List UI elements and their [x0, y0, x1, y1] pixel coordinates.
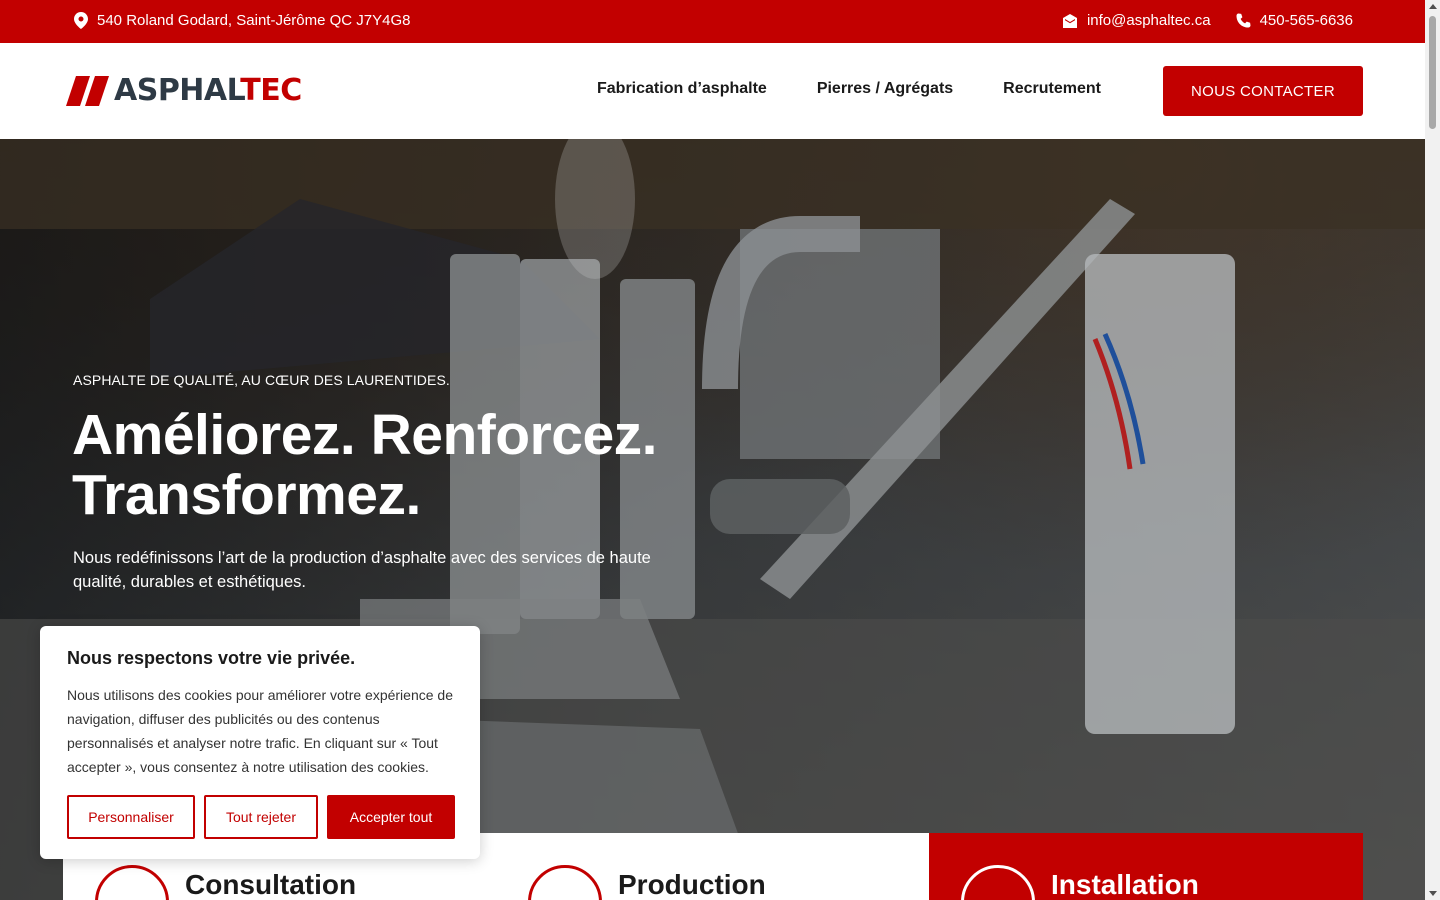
logo-slash-icon	[66, 76, 109, 106]
main-nav: Fabrication d’asphalte Pierres / Agrégat…	[597, 80, 1101, 98]
headline-line-2: Transformez.	[72, 463, 421, 527]
scroll-down-arrow-icon[interactable]	[1429, 891, 1437, 896]
address-text: 540 Roland Godard, Saint-Jérôme QC J7Y4G…	[97, 12, 411, 29]
phone-link[interactable]: 450-565-6636	[1235, 12, 1353, 29]
truck-icon	[961, 865, 1035, 900]
scrollbar-thumb[interactable]	[1429, 16, 1436, 129]
address: 540 Roland Godard, Saint-Jérôme QC J7Y4G…	[74, 12, 411, 29]
hero-subtitle: Nous redéfinissons l’art de la productio…	[73, 549, 651, 591]
customize-cookies-button[interactable]: Personnaliser	[67, 795, 195, 839]
nav-item-pierres[interactable]: Pierres / Agrégats	[817, 80, 953, 98]
phone-icon	[1235, 13, 1251, 29]
site-header: ASPHALTEC Fabrication d’asphalte Pierres…	[0, 43, 1425, 139]
factory-icon	[528, 865, 602, 900]
top-contact-bar: 540 Roland Godard, Saint-Jérôme QC J7Y4G…	[0, 0, 1425, 43]
contact-button[interactable]: NOUS CONTACTER	[1163, 66, 1363, 116]
service-title: Production	[618, 869, 766, 900]
reject-all-button[interactable]: Tout rejeter	[204, 795, 318, 839]
location-pin-icon	[74, 12, 88, 29]
hero-headline: Améliorez. Renforcez. Transformez.	[72, 403, 658, 527]
consultation-icon	[95, 865, 169, 900]
cookie-consent-banner: Nous respectons votre vie privée. Nous u…	[40, 626, 480, 859]
nav-item-fabrication[interactable]: Fabrication d’asphalte	[597, 80, 767, 98]
service-title: Consultation	[185, 869, 357, 900]
accept-all-button[interactable]: Accepter tout	[327, 795, 455, 839]
email-icon	[1062, 13, 1078, 29]
asphaltec-logo[interactable]: ASPHALTEC	[66, 76, 302, 106]
hero-kicker: ASPHALTE DE QUALITÉ, AU CŒUR DES LAURENT…	[73, 372, 450, 388]
cookie-title: Nous respectons votre vie privée.	[67, 648, 356, 668]
scroll-up-arrow-icon[interactable]	[1429, 4, 1437, 9]
service-card-production[interactable]: Production	[496, 833, 929, 900]
email-link[interactable]: info@asphaltec.ca	[1062, 12, 1211, 29]
logo-wordmark: ASPHALTEC	[114, 73, 302, 108]
service-card-installation[interactable]: Installation	[929, 833, 1363, 900]
phone-text[interactable]: 450-565-6636	[1260, 12, 1353, 29]
headline-line-1: Améliorez. Renforcez.	[72, 403, 658, 467]
page-scrollbar[interactable]	[1425, 0, 1440, 900]
service-title: Installation	[1051, 869, 1199, 900]
cookie-body: Nous utilisons des cookies pour améliore…	[67, 687, 453, 775]
nav-item-recrutement[interactable]: Recrutement	[1003, 80, 1101, 98]
email-text[interactable]: info@asphaltec.ca	[1087, 12, 1211, 29]
